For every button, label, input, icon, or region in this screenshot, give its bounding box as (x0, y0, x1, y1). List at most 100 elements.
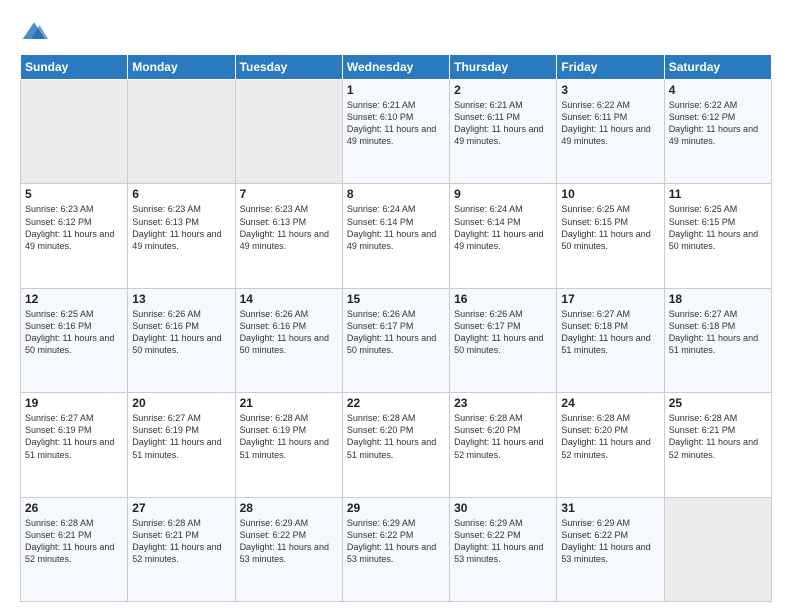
weekday-header-wednesday: Wednesday (342, 55, 449, 80)
day-number: 22 (347, 396, 445, 410)
day-info: Sunrise: 6:22 AM Sunset: 6:12 PM Dayligh… (669, 99, 767, 148)
day-number: 24 (561, 396, 659, 410)
day-number: 17 (561, 292, 659, 306)
day-info: Sunrise: 6:27 AM Sunset: 6:19 PM Dayligh… (132, 412, 230, 461)
logo (20, 18, 52, 46)
weekday-header-thursday: Thursday (450, 55, 557, 80)
calendar-cell: 15Sunrise: 6:26 AM Sunset: 6:17 PM Dayli… (342, 288, 449, 392)
day-info: Sunrise: 6:28 AM Sunset: 6:21 PM Dayligh… (669, 412, 767, 461)
day-number: 13 (132, 292, 230, 306)
day-info: Sunrise: 6:25 AM Sunset: 6:15 PM Dayligh… (669, 203, 767, 252)
day-number: 9 (454, 187, 552, 201)
day-info: Sunrise: 6:22 AM Sunset: 6:11 PM Dayligh… (561, 99, 659, 148)
day-number: 23 (454, 396, 552, 410)
day-info: Sunrise: 6:21 AM Sunset: 6:11 PM Dayligh… (454, 99, 552, 148)
day-number: 2 (454, 83, 552, 97)
page: SundayMondayTuesdayWednesdayThursdayFrid… (0, 0, 792, 612)
header (20, 18, 772, 46)
day-number: 1 (347, 83, 445, 97)
logo-icon (20, 18, 48, 46)
day-number: 14 (240, 292, 338, 306)
day-info: Sunrise: 6:29 AM Sunset: 6:22 PM Dayligh… (561, 517, 659, 566)
day-number: 28 (240, 501, 338, 515)
day-info: Sunrise: 6:21 AM Sunset: 6:10 PM Dayligh… (347, 99, 445, 148)
calendar-cell (21, 80, 128, 184)
calendar-cell: 3 Sunrise: 6:22 AM Sunset: 6:11 PM Daylig… (557, 80, 664, 184)
calendar-week-1: 1 Sunrise: 6:21 AM Sunset: 6:10 PM Daylig… (21, 80, 772, 184)
calendar-cell (664, 497, 771, 601)
day-number: 11 (669, 187, 767, 201)
calendar-cell: 19Sunrise: 6:27 AM Sunset: 6:19 PM Dayli… (21, 393, 128, 497)
calendar-cell: 26 Sunrise: 6:28 AM Sunset: 6:21 PM Dayli… (21, 497, 128, 601)
calendar-cell: 5 Sunrise: 6:23 AM Sunset: 6:12 PM Daylig… (21, 184, 128, 288)
weekday-header-sunday: Sunday (21, 55, 128, 80)
calendar-cell: 28 Sunrise: 6:29 AM Sunset: 6:22 PM Dayli… (235, 497, 342, 601)
calendar-cell: 18 Sunrise: 6:27 AM Sunset: 6:18 PM Dayli… (664, 288, 771, 392)
day-info: Sunrise: 6:28 AM Sunset: 6:20 PM Dayligh… (561, 412, 659, 461)
day-number: 20 (132, 396, 230, 410)
calendar-cell: 29Sunrise: 6:29 AM Sunset: 6:22 PM Dayli… (342, 497, 449, 601)
day-number: 12 (25, 292, 123, 306)
calendar-cell: 7 Sunrise: 6:23 AM Sunset: 6:13 PM Daylig… (235, 184, 342, 288)
calendar-cell: 24 Sunrise: 6:28 AM Sunset: 6:20 PM Dayli… (557, 393, 664, 497)
day-info: Sunrise: 6:28 AM Sunset: 6:20 PM Dayligh… (347, 412, 445, 461)
day-info: Sunrise: 6:25 AM Sunset: 6:15 PM Dayligh… (561, 203, 659, 252)
day-info: Sunrise: 6:27 AM Sunset: 6:19 PM Dayligh… (25, 412, 123, 461)
day-info: Sunrise: 6:29 AM Sunset: 6:22 PM Dayligh… (347, 517, 445, 566)
calendar-cell: 6Sunrise: 6:23 AM Sunset: 6:13 PM Daylig… (128, 184, 235, 288)
day-info: Sunrise: 6:27 AM Sunset: 6:18 PM Dayligh… (669, 308, 767, 357)
day-info: Sunrise: 6:29 AM Sunset: 6:22 PM Dayligh… (240, 517, 338, 566)
calendar-cell: 12 Sunrise: 6:25 AM Sunset: 6:16 PM Dayli… (21, 288, 128, 392)
calendar-cell: 17 Sunrise: 6:27 AM Sunset: 6:18 PM Dayli… (557, 288, 664, 392)
day-info: Sunrise: 6:26 AM Sunset: 6:16 PM Dayligh… (240, 308, 338, 357)
calendar-cell (235, 80, 342, 184)
weekday-header-monday: Monday (128, 55, 235, 80)
day-number: 25 (669, 396, 767, 410)
day-number: 16 (454, 292, 552, 306)
day-info: Sunrise: 6:29 AM Sunset: 6:22 PM Dayligh… (454, 517, 552, 566)
calendar-week-5: 26 Sunrise: 6:28 AM Sunset: 6:21 PM Dayli… (21, 497, 772, 601)
day-number: 21 (240, 396, 338, 410)
calendar-cell: 31Sunrise: 6:29 AM Sunset: 6:22 PM Dayli… (557, 497, 664, 601)
calendar-cell: 23Sunrise: 6:28 AM Sunset: 6:20 PM Dayli… (450, 393, 557, 497)
day-number: 10 (561, 187, 659, 201)
day-info: Sunrise: 6:26 AM Sunset: 6:17 PM Dayligh… (454, 308, 552, 357)
calendar-cell: 22 Sunrise: 6:28 AM Sunset: 6:20 PM Dayli… (342, 393, 449, 497)
calendar-cell (128, 80, 235, 184)
day-info: Sunrise: 6:26 AM Sunset: 6:16 PM Dayligh… (132, 308, 230, 357)
calendar-cell: 4Sunrise: 6:22 AM Sunset: 6:12 PM Daylig… (664, 80, 771, 184)
calendar-cell: 14 Sunrise: 6:26 AM Sunset: 6:16 PM Dayli… (235, 288, 342, 392)
day-number: 27 (132, 501, 230, 515)
calendar-cell: 2 Sunrise: 6:21 AM Sunset: 6:11 PM Daylig… (450, 80, 557, 184)
calendar-cell: 21Sunrise: 6:28 AM Sunset: 6:19 PM Dayli… (235, 393, 342, 497)
day-info: Sunrise: 6:26 AM Sunset: 6:17 PM Dayligh… (347, 308, 445, 357)
day-number: 8 (347, 187, 445, 201)
day-number: 5 (25, 187, 123, 201)
day-number: 7 (240, 187, 338, 201)
day-info: Sunrise: 6:23 AM Sunset: 6:13 PM Dayligh… (240, 203, 338, 252)
calendar: SundayMondayTuesdayWednesdayThursdayFrid… (20, 54, 772, 602)
calendar-week-3: 12 Sunrise: 6:25 AM Sunset: 6:16 PM Dayli… (21, 288, 772, 392)
weekday-header-friday: Friday (557, 55, 664, 80)
day-info: Sunrise: 6:27 AM Sunset: 6:18 PM Dayligh… (561, 308, 659, 357)
day-number: 3 (561, 83, 659, 97)
calendar-cell: 9Sunrise: 6:24 AM Sunset: 6:14 PM Daylig… (450, 184, 557, 288)
day-info: Sunrise: 6:24 AM Sunset: 6:14 PM Dayligh… (347, 203, 445, 252)
day-info: Sunrise: 6:23 AM Sunset: 6:13 PM Dayligh… (132, 203, 230, 252)
day-info: Sunrise: 6:23 AM Sunset: 6:12 PM Dayligh… (25, 203, 123, 252)
calendar-cell: 1 Sunrise: 6:21 AM Sunset: 6:10 PM Daylig… (342, 80, 449, 184)
calendar-cell: 8 Sunrise: 6:24 AM Sunset: 6:14 PM Daylig… (342, 184, 449, 288)
calendar-cell: 25 Sunrise: 6:28 AM Sunset: 6:21 PM Dayli… (664, 393, 771, 497)
day-number: 26 (25, 501, 123, 515)
day-info: Sunrise: 6:25 AM Sunset: 6:16 PM Dayligh… (25, 308, 123, 357)
calendar-cell: 11 Sunrise: 6:25 AM Sunset: 6:15 PM Dayli… (664, 184, 771, 288)
day-number: 30 (454, 501, 552, 515)
day-info: Sunrise: 6:28 AM Sunset: 6:21 PM Dayligh… (25, 517, 123, 566)
calendar-cell: 16 Sunrise: 6:26 AM Sunset: 6:17 PM Dayli… (450, 288, 557, 392)
calendar-cell: 20 Sunrise: 6:27 AM Sunset: 6:19 PM Dayli… (128, 393, 235, 497)
calendar-week-2: 5 Sunrise: 6:23 AM Sunset: 6:12 PM Daylig… (21, 184, 772, 288)
calendar-cell: 27Sunrise: 6:28 AM Sunset: 6:21 PM Dayli… (128, 497, 235, 601)
calendar-cell: 10 Sunrise: 6:25 AM Sunset: 6:15 PM Dayli… (557, 184, 664, 288)
calendar-header-row: SundayMondayTuesdayWednesdayThursdayFrid… (21, 55, 772, 80)
day-number: 18 (669, 292, 767, 306)
